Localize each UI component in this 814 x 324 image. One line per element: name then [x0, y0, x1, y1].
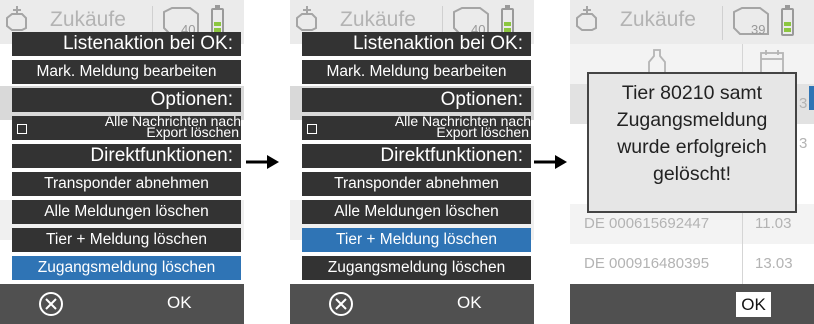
- arrow-right-icon: [534, 155, 567, 169]
- menu-item-delete-all-reports[interactable]: Alle Meldungen löschen: [12, 200, 241, 224]
- page-title: Zukäufe: [50, 8, 126, 31]
- entry-date: 11.03: [755, 215, 792, 232]
- screen-1: Zukäufe 40 Listenaktion bei OK: Mark. Me…: [0, 0, 244, 324]
- arrow-right-icon: [246, 155, 279, 169]
- ok-button[interactable]: OK: [736, 292, 771, 317]
- ok-button[interactable]: OK: [457, 293, 482, 313]
- scrollbar[interactable]: [809, 86, 814, 110]
- checkbox-label-line2: Export löschen: [436, 124, 529, 140]
- menu-item-delete-all-reports[interactable]: Alle Meldungen löschen: [302, 200, 531, 224]
- menu-item-delete-entry-report[interactable]: Zugangsmeldung löschen: [12, 256, 241, 280]
- menu-item-delete-animal-report[interactable]: Tier + Meldung löschen: [302, 228, 531, 252]
- menu-item-delete-animal-report[interactable]: Tier + Meldung löschen: [12, 228, 241, 252]
- divider: [722, 6, 723, 40]
- add-cow-icon[interactable]: [574, 4, 600, 38]
- menu-item-edit-report[interactable]: Mark. Meldung bearbeiten: [12, 60, 241, 84]
- menu-header-list-action: Listenaktion bei OK:: [12, 32, 241, 56]
- checkbox[interactable]: [17, 124, 27, 134]
- checkbox-label-line2: Export löschen: [146, 124, 239, 140]
- animal-id: DE 000916480395: [584, 255, 710, 272]
- menu-item-remove-transponder[interactable]: Transponder abnehmen: [302, 172, 531, 196]
- menu-header-options: Optionen:: [12, 88, 241, 112]
- table-row[interactable]: DE 000916480395 13.03: [570, 244, 814, 284]
- partial-date: 3: [799, 95, 808, 112]
- menu-item-remove-transponder[interactable]: Transponder abnehmen: [12, 172, 241, 196]
- footer-bar: OK: [290, 284, 534, 324]
- ok-button[interactable]: OK: [167, 293, 192, 313]
- page-title: Zukäufe: [340, 8, 416, 31]
- menu-item-delete-entry-report[interactable]: Zugangsmeldung löschen: [302, 256, 531, 280]
- menu-header-direct-functions: Direktfunktionen:: [302, 144, 531, 168]
- cancel-circle-icon[interactable]: [38, 291, 64, 317]
- battery-icon: [781, 5, 794, 36]
- cancel-circle-icon[interactable]: [328, 291, 354, 317]
- menu-header-list-action: Listenaktion bei OK:: [302, 32, 531, 56]
- menu-item-edit-report[interactable]: Mark. Meldung bearbeiten: [302, 60, 531, 84]
- dialog-message: Tier 80210 samt Zugangsmeldung wurde erf…: [616, 82, 768, 185]
- entry-date: 13.03: [755, 255, 793, 272]
- screen-2: Zukäufe 40 Listenaktion bei OK: Mark. Me…: [290, 0, 534, 324]
- menu-checkbox-delete-after-export[interactable]: Alle Nachrichten nach Export löschen: [12, 114, 241, 140]
- animal-id: DE 000615692447: [584, 215, 710, 232]
- footer-bar: OK: [0, 284, 244, 324]
- partial-date: 3: [799, 135, 808, 152]
- success-dialog: Tier 80210 samt Zugangsmeldung wurde erf…: [587, 72, 797, 213]
- page-title: Zukäufe: [620, 8, 696, 31]
- menu-header-direct-functions: Direktfunktionen:: [12, 144, 241, 168]
- menu-checkbox-delete-after-export[interactable]: Alle Nachrichten nach Export löschen: [302, 114, 531, 140]
- screen-3: Zukäufe 39 DE 000615692447 11.03 DE 0009…: [570, 0, 814, 324]
- footer-bar: OK: [570, 284, 814, 324]
- header-bar: Zukäufe 39: [570, 0, 814, 44]
- menu-header-options: Optionen:: [302, 88, 531, 112]
- checkbox[interactable]: [307, 124, 317, 134]
- cow-count: 39: [751, 22, 766, 37]
